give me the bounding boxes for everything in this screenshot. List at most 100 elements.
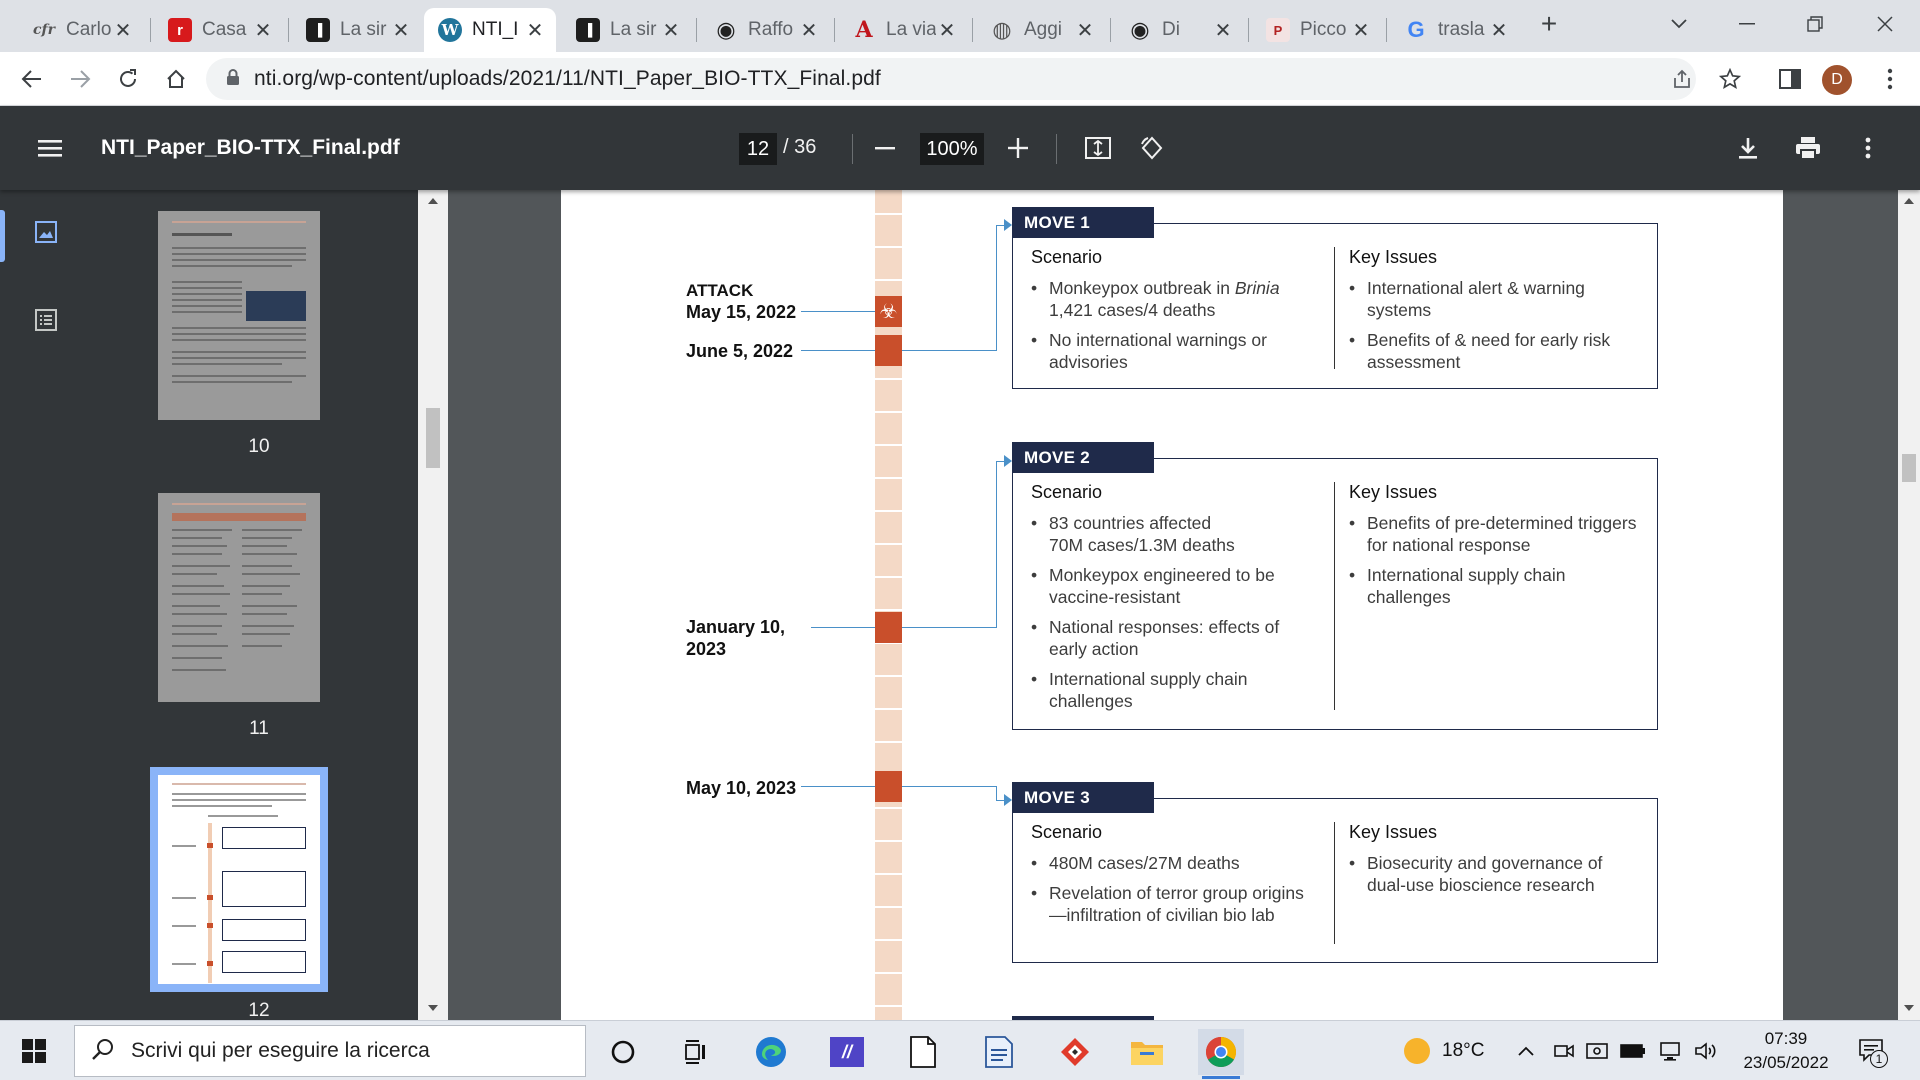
scroll-down-arrow-icon[interactable] bbox=[1904, 1005, 1914, 1011]
volume-icon[interactable] bbox=[1694, 1021, 1718, 1080]
battery-icon[interactable] bbox=[1620, 1021, 1646, 1080]
key-issues-heading: Key Issues bbox=[1349, 822, 1438, 842]
zoom-in-button[interactable] bbox=[998, 128, 1038, 168]
scroll-up-arrow-icon[interactable] bbox=[428, 198, 438, 204]
rotate-icon[interactable] bbox=[1132, 128, 1172, 168]
document-scrollbar[interactable] bbox=[1898, 190, 1920, 1020]
browser-menu-icon[interactable] bbox=[1872, 61, 1908, 97]
zoom-level-input[interactable]: 100% bbox=[920, 133, 984, 165]
date-label: May 15, 2022 bbox=[686, 302, 797, 322]
task-view-icon[interactable] bbox=[672, 1029, 718, 1075]
list-item: International supply chain challenges bbox=[1349, 564, 1639, 608]
browser-tab[interactable]: G trasla ✕ bbox=[1390, 8, 1520, 52]
network-icon[interactable] bbox=[1658, 1021, 1682, 1080]
browser-tab[interactable]: ◉ Raffo ✕ bbox=[700, 8, 830, 52]
browser-tab[interactable]: ▐ La sir ✕ bbox=[292, 8, 422, 52]
bookmark-star-icon[interactable] bbox=[1712, 61, 1748, 97]
fit-page-icon[interactable] bbox=[1078, 128, 1118, 168]
close-icon[interactable]: ✕ bbox=[390, 18, 412, 43]
close-icon[interactable]: ✕ bbox=[660, 18, 682, 43]
scrollbar-thumb[interactable] bbox=[1902, 454, 1916, 482]
document-viewer-icon[interactable] bbox=[976, 1029, 1022, 1075]
taskbar-search-input[interactable]: Scrivi qui per eseguire la ricerca bbox=[74, 1025, 586, 1077]
back-button[interactable] bbox=[14, 61, 50, 97]
file-icon[interactable] bbox=[900, 1029, 946, 1075]
close-icon[interactable]: ✕ bbox=[252, 18, 274, 43]
document-viewport[interactable]: ☣ ATTACK May 15, 2022 June 5, 2022 Janua… bbox=[448, 190, 1898, 1020]
pdf-filename: NTI_Paper_BIO-TTX_Final.pdf bbox=[101, 136, 400, 159]
tab-search-button[interactable] bbox=[1656, 6, 1702, 42]
tab-title: Casa bbox=[202, 19, 247, 40]
address-bar[interactable]: nti.org/wp-content/uploads/2021/11/NTI_P… bbox=[206, 58, 1696, 100]
list-item: Revelation of terror group origins—infil… bbox=[1031, 882, 1321, 926]
close-icon[interactable]: ✕ bbox=[1212, 18, 1234, 43]
timeline-event-marker bbox=[875, 335, 902, 366]
new-tab-button[interactable]: + bbox=[1526, 6, 1572, 42]
cortana-icon[interactable] bbox=[600, 1029, 646, 1075]
menu-icon[interactable] bbox=[30, 128, 70, 168]
page-thumbnail[interactable] bbox=[158, 211, 320, 420]
pinned-app-icon[interactable] bbox=[1052, 1029, 1098, 1075]
forward-button[interactable] bbox=[62, 61, 98, 97]
reload-button[interactable] bbox=[110, 61, 146, 97]
thumbnail-scrollbar[interactable] bbox=[418, 190, 448, 1020]
scroll-down-arrow-icon[interactable] bbox=[428, 1005, 438, 1011]
casa-icon: r bbox=[168, 18, 192, 42]
profile-avatar[interactable]: D bbox=[1822, 65, 1852, 95]
notifications-icon[interactable]: 1 bbox=[1858, 1021, 1888, 1080]
cfr-icon: cfr bbox=[33, 22, 55, 38]
minimize-button[interactable] bbox=[1724, 6, 1770, 42]
scroll-up-arrow-icon[interactable] bbox=[1904, 198, 1914, 204]
browser-tab[interactable]: P Picco ✕ bbox=[1252, 8, 1382, 52]
home-button[interactable] bbox=[158, 61, 194, 97]
timeline-cell bbox=[875, 710, 902, 741]
print-icon[interactable] bbox=[1788, 128, 1828, 168]
page-number-input[interactable]: 12 bbox=[739, 133, 777, 165]
close-icon[interactable]: ✕ bbox=[1074, 18, 1096, 43]
timeline-cell bbox=[875, 677, 902, 708]
browser-tab[interactable]: cfr Carlo ✕ bbox=[18, 8, 144, 52]
share-icon[interactable] bbox=[1664, 61, 1700, 97]
screen-capture-icon[interactable] bbox=[1586, 1021, 1608, 1080]
key-issues-heading: Key Issues bbox=[1349, 482, 1438, 502]
browser-tab[interactable]: ▐ La sir ✕ bbox=[562, 8, 692, 52]
browser-tab[interactable]: ◍ Aggi ✕ bbox=[976, 8, 1106, 52]
sidebar-rail bbox=[0, 190, 100, 1020]
browser-tab[interactable]: A La via ✕ bbox=[838, 8, 968, 52]
edge-icon[interactable] bbox=[748, 1029, 794, 1075]
chrome-icon[interactable] bbox=[1198, 1029, 1244, 1079]
close-icon[interactable]: ✕ bbox=[798, 18, 820, 43]
restore-button[interactable] bbox=[1792, 6, 1838, 42]
weather-widget[interactable]: 18°C bbox=[1404, 1021, 1484, 1080]
close-icon[interactable]: ✕ bbox=[936, 18, 958, 43]
system-clock[interactable]: 07:39 23/05/2022 bbox=[1726, 1027, 1846, 1075]
close-icon[interactable]: ✕ bbox=[1488, 18, 1510, 43]
tray-chevron-icon[interactable] bbox=[1518, 1021, 1534, 1080]
thumbnails-view-icon[interactable] bbox=[34, 220, 58, 249]
scrollbar-thumb[interactable] bbox=[426, 408, 440, 468]
browser-tab[interactable]: r Casa ✕ bbox=[154, 8, 284, 52]
file-explorer-icon[interactable] bbox=[1124, 1029, 1170, 1075]
download-icon[interactable] bbox=[1728, 128, 1768, 168]
browser-tab[interactable]: ◉ Di ✕ bbox=[1114, 8, 1244, 52]
browser-toolbar: nti.org/wp-content/uploads/2021/11/NTI_P… bbox=[0, 52, 1920, 106]
url-text[interactable]: nti.org/wp-content/uploads/2021/11/NTI_P… bbox=[254, 67, 881, 91]
close-window-button[interactable] bbox=[1862, 6, 1908, 42]
browser-tab-active[interactable]: W NTI_I ✕ bbox=[424, 8, 556, 52]
zoom-out-button[interactable] bbox=[865, 128, 905, 168]
close-icon[interactable]: ✕ bbox=[1350, 18, 1372, 43]
page-thumbnail-current[interactable] bbox=[150, 767, 328, 992]
tab-title: Di bbox=[1162, 19, 1180, 40]
more-options-icon[interactable] bbox=[1848, 128, 1888, 168]
picco-icon: P bbox=[1266, 18, 1290, 42]
list-item: International alert & warning systems bbox=[1349, 277, 1639, 321]
windows-start-icon[interactable] bbox=[22, 1039, 46, 1068]
lock-icon[interactable] bbox=[226, 68, 240, 91]
close-icon[interactable]: ✕ bbox=[524, 18, 546, 43]
app-icon[interactable]: // bbox=[824, 1029, 870, 1075]
page-thumbnail[interactable] bbox=[158, 493, 320, 702]
close-icon[interactable]: ✕ bbox=[112, 18, 134, 43]
meet-now-icon[interactable] bbox=[1554, 1021, 1574, 1080]
outline-view-icon[interactable] bbox=[34, 308, 58, 337]
side-panel-icon[interactable] bbox=[1772, 61, 1808, 97]
